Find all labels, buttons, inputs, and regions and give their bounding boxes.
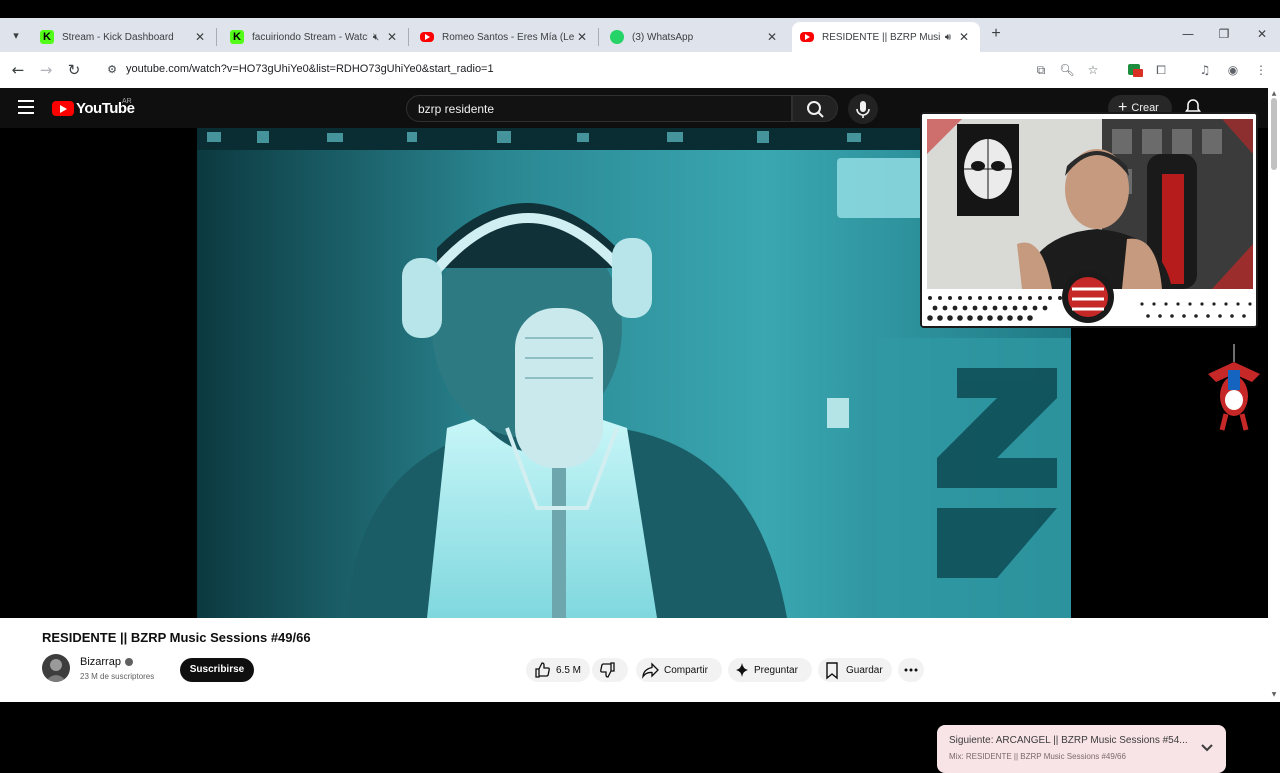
kick-icon: [40, 30, 54, 44]
like-count: 6.5 M: [556, 664, 582, 676]
more-dots-icon: [904, 668, 918, 672]
up-next-title: Siguiente: ARCANGEL || BZRP Music Sessio…: [949, 735, 1188, 746]
tab-title: RESIDENTE || BZRP Music Sessions #49/66: [822, 31, 940, 43]
tab-romeo-santos[interactable]: Romeo Santos - Eres Mía (Letra) ✕: [412, 22, 598, 52]
sparkle-icon: [736, 663, 748, 677]
country-code: AR: [122, 98, 132, 105]
dislike-button[interactable]: [592, 658, 628, 682]
install-app-icon[interactable]: ⧉: [1032, 61, 1050, 79]
tab-separator: [598, 28, 599, 46]
search-query-text: bzrp residente: [418, 102, 495, 116]
close-tab-icon[interactable]: ✕: [192, 30, 208, 44]
tab-title: Romeo Santos - Eres Mía (Letra): [442, 31, 574, 43]
youtube-logo[interactable]: YouTube AR: [52, 98, 135, 117]
site-info-icon[interactable]: ⚙: [104, 62, 120, 78]
tab-kick-dashboard[interactable]: Stream - Kick Dashboard ✕: [32, 22, 216, 52]
search-input[interactable]: bzrp residente: [406, 95, 792, 122]
tab-whatsapp[interactable]: (3) WhatsApp ✕: [602, 22, 788, 52]
tab-separator: [408, 28, 409, 46]
screen-bottom-border: [0, 702, 1280, 720]
forward-button[interactable]: →: [36, 60, 56, 80]
speaker-icon[interactable]: 🔊︎: [940, 32, 956, 43]
browser-toolbar: ← → ↻ ⚙ youtube.com/watch?v=HO73gUhiYe0&…: [0, 52, 1280, 88]
whatsapp-icon: [610, 30, 624, 44]
share-icon: [642, 662, 659, 679]
more-actions-button[interactable]: [898, 658, 924, 682]
youtube-icon: [420, 32, 434, 42]
channel-name-row[interactable]: Bizarrap: [80, 656, 133, 668]
browser-menu-icon[interactable]: ⋮: [1252, 61, 1270, 79]
screen-top-border: [0, 0, 1280, 18]
tab-residente-active[interactable]: RESIDENTE || BZRP Music Sessions #49/66 …: [792, 22, 980, 52]
browser-tab-bar: ▾ Stream - Kick Dashboard ✕ facuiriondo …: [0, 18, 1280, 52]
up-next-card[interactable]: Siguiente: ARCANGEL || BZRP Music Sessio…: [937, 725, 1226, 773]
channel-avatar[interactable]: [42, 654, 70, 682]
tab-search-chevron-icon[interactable]: ▾: [6, 26, 26, 46]
streamer-webcam-overlay: [920, 112, 1258, 328]
zoom-icon[interactable]: 🔍︎: [1058, 61, 1076, 79]
tab-separator: [216, 28, 217, 46]
video-title: RESIDENTE || BZRP Music Sessions #49/66: [42, 630, 311, 645]
close-tab-icon[interactable]: ✕: [384, 30, 400, 44]
search-icon: [807, 101, 824, 118]
microphone-icon: [856, 101, 870, 118]
channel-name[interactable]: Bizarrap: [80, 656, 121, 668]
youtube-play-icon: [52, 101, 74, 116]
close-tab-icon[interactable]: ✕: [956, 30, 972, 44]
chevron-down-icon[interactable]: [1199, 740, 1215, 756]
save-label: Guardar: [846, 664, 883, 676]
search-button[interactable]: [792, 95, 838, 122]
like-button[interactable]: 6.5 M: [526, 658, 590, 682]
maximize-button[interactable]: ❐: [1214, 24, 1234, 44]
tab-title: facuiriondo Stream - Watch: [252, 31, 368, 43]
close-tab-icon[interactable]: ✕: [764, 30, 780, 44]
ask-button[interactable]: Preguntar: [728, 658, 812, 682]
page-scrollbar[interactable]: ▲ ▼: [1268, 88, 1280, 702]
media-controls-icon[interactable]: ♫: [1196, 61, 1214, 79]
thumbs-down-icon: [600, 662, 615, 678]
save-button[interactable]: Guardar: [818, 658, 892, 682]
bookmark-star-icon[interactable]: ☆: [1084, 61, 1102, 79]
spiderman-sticker-icon: [1208, 344, 1260, 431]
extensions-puzzle-icon[interactable]: ⧠: [1152, 61, 1170, 79]
tab-title: Stream - Kick Dashboard: [62, 31, 174, 43]
hamburger-menu-icon[interactable]: [18, 100, 34, 114]
close-window-button[interactable]: ✕: [1252, 24, 1272, 44]
close-tab-icon[interactable]: ✕: [574, 30, 590, 44]
thumbs-up-icon: [535, 662, 550, 678]
reload-button[interactable]: ↻: [64, 60, 84, 80]
kick-icon: [230, 30, 244, 44]
muted-speaker-icon[interactable]: 🔇︎: [368, 32, 384, 43]
address-bar[interactable]: ⚙ youtube.com/watch?v=HO73gUhiYe0&list=R…: [96, 57, 1116, 83]
up-next-mix-label: Mix: RESIDENTE || BZRP Music Sessions #4…: [949, 752, 1126, 761]
profile-icon[interactable]: ◉: [1224, 61, 1242, 79]
scrollbar-thumb[interactable]: [1271, 98, 1277, 170]
back-button[interactable]: ←: [8, 60, 28, 80]
scroll-down-arrow-icon[interactable]: ▼: [1269, 690, 1279, 700]
voice-search-button[interactable]: [848, 94, 878, 124]
ask-label: Preguntar: [754, 664, 798, 676]
share-button[interactable]: Compartir: [636, 658, 722, 682]
tab-title: (3) WhatsApp: [632, 31, 694, 43]
url-text[interactable]: youtube.com/watch?v=HO73gUhiYe0&list=RDH…: [126, 63, 494, 75]
new-tab-button[interactable]: +: [986, 24, 1006, 44]
subscriber-count: 23 M de suscriptores: [80, 672, 155, 681]
tab-kick-stream[interactable]: facuiriondo Stream - Watch 🔇︎ ✕: [222, 22, 408, 52]
minimize-button[interactable]: —: [1178, 24, 1198, 44]
subscribe-button[interactable]: Suscribirse: [180, 658, 254, 682]
share-label: Compartir: [664, 664, 708, 676]
verified-badge-icon: [124, 658, 133, 667]
youtube-icon: [800, 32, 814, 42]
webcam-image: [922, 114, 1256, 326]
bookmark-icon: [826, 662, 838, 680]
extension-badge-icon[interactable]: [1126, 61, 1144, 79]
